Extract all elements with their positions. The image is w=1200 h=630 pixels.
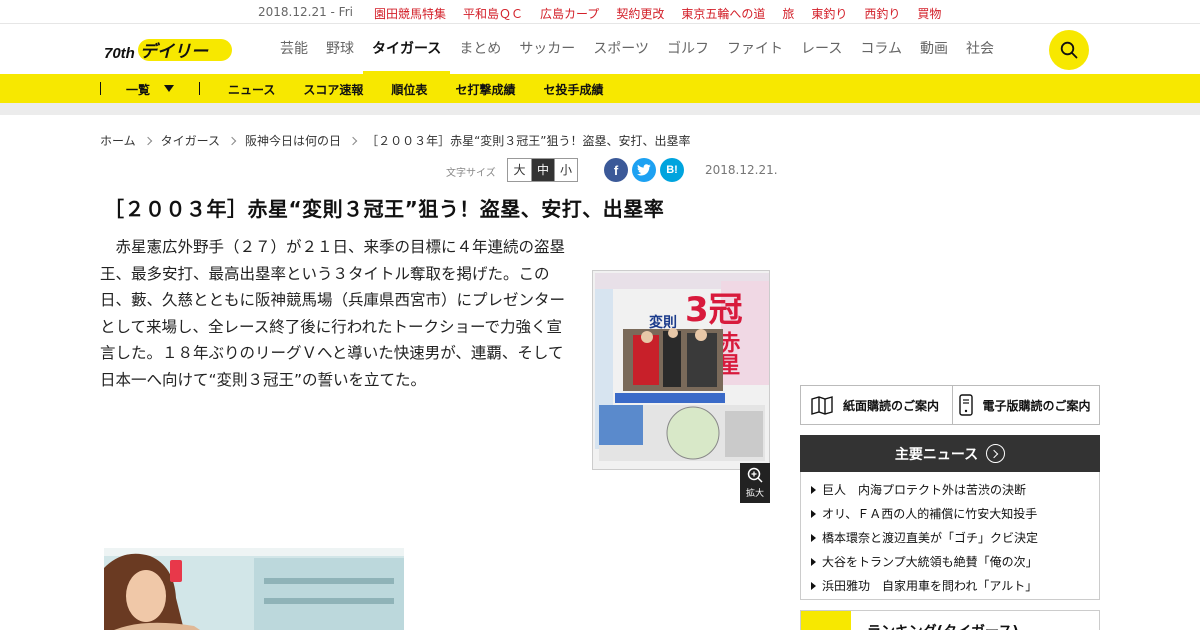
list-item[interactable]: 大谷をトランプ大統領も絶賛「俺の次」 <box>811 550 1099 574</box>
breadcrumb-tigers[interactable]: タイガース <box>161 132 220 149</box>
current-date: 2018.12.21 - Fri <box>258 5 353 19</box>
font-size-medium[interactable]: 中 <box>531 159 554 181</box>
search-icon <box>1060 41 1078 59</box>
divider <box>100 82 101 95</box>
nav-matome[interactable]: まとめ <box>450 25 510 74</box>
subnav-news[interactable]: ニュース <box>228 81 275 98</box>
chevron-right-circle-icon <box>986 444 1006 463</box>
featured-link[interactable]: 旅 <box>782 5 794 22</box>
featured-link[interactable]: 東京五輪への道 <box>681 5 765 22</box>
hatena-bookmark-icon[interactable]: B! <box>660 158 684 182</box>
chevron-right-icon <box>143 136 152 145</box>
smartphone-icon <box>958 394 973 416</box>
zoom-button[interactable]: 拡大 <box>740 463 770 503</box>
print-subscription-label: 紙面購読のご案内 <box>843 398 940 413</box>
print-subscription-link[interactable]: 紙面購読のご案内 <box>801 386 952 424</box>
divider <box>199 82 200 95</box>
list-dropdown[interactable]: 一覧 <box>126 81 150 98</box>
featured-link[interactable]: 広島カープ <box>540 5 599 22</box>
main-news-list: 巨人 内海プロテクト外は苦渋の決断 オリ、ＦＡ西の人的補償に竹安大知投手 橋本環… <box>800 472 1100 600</box>
subnav-pitching-stats[interactable]: セ投手成績 <box>543 81 603 98</box>
featured-link[interactable]: 西釣り <box>864 5 900 22</box>
list-item[interactable]: 橋本環奈と渡辺直美が「ゴチ」クビ決定 <box>811 526 1099 550</box>
featured-links: 園田競馬特集 平和島ＱＣ 広島カープ 契約更改 東京五輪への道 旅 東釣り 西釣… <box>374 5 941 22</box>
nav-tigers[interactable]: タイガース <box>363 25 451 74</box>
breadcrumb: ホーム タイガース 阪神今日は何の日 ［２００３年］赤星“変則３冠王”狙う！盗塁… <box>100 132 691 149</box>
daily-logo[interactable]: 70th デイリー <box>104 37 234 63</box>
featured-link[interactable]: 園田競馬特集 <box>374 5 446 22</box>
logo-badge: 70th <box>104 45 135 62</box>
zoom-label: 拡大 <box>745 489 764 499</box>
featured-link[interactable]: 契約更改 <box>616 5 664 22</box>
list-item[interactable]: 巨人 内海プロテクト外は苦渋の決断 <box>811 478 1099 502</box>
nav-video[interactable]: 動画 <box>911 25 957 74</box>
facebook-icon[interactable]: f <box>604 158 628 182</box>
breadcrumb-home[interactable]: ホーム <box>100 132 136 149</box>
zoom-in-icon <box>747 467 763 483</box>
chevron-right-icon <box>348 136 358 145</box>
tigers-subnav: 一覧 ニュース スコア速報 順位表 セ打撃成績 セ投手成績 <box>0 74 1200 103</box>
twitter-bird-icon <box>637 164 651 176</box>
nav-baseball[interactable]: 野球 <box>317 25 363 74</box>
ranking-header[interactable]: ランキング(タイガース) <box>800 610 1100 630</box>
list-item[interactable]: 浜田雅功 自家用車を問われ「アルト」 <box>811 574 1099 598</box>
nav-fight[interactable]: ファイト <box>718 25 792 74</box>
share-buttons: f B! <box>604 158 684 182</box>
featured-link[interactable]: 買物 <box>917 5 941 22</box>
main-nav: 芸能 野球 タイガース まとめ サッカー スポーツ ゴルフ ファイト レース コ… <box>280 25 1003 74</box>
newspaper-icon <box>811 396 833 415</box>
subnav-score[interactable]: スコア速報 <box>303 81 363 98</box>
subscription-box: 紙面購読のご案内 電子版購読のご案内 <box>800 385 1100 425</box>
article-body: 赤星憲広外野手（２７）が２１日、来季の目標に４年連続の盗塁王、最多安打、最高出塁… <box>100 238 566 389</box>
featured-link[interactable]: 平和島ＱＣ <box>463 5 523 22</box>
main-news-header[interactable]: 主要ニュース <box>800 435 1100 472</box>
article-date: 2018.12.21. <box>705 163 778 177</box>
nav-column[interactable]: コラム <box>851 25 911 74</box>
ranking-title: ランキング(タイガース) <box>867 621 1019 630</box>
site-header: 70th デイリー 芸能 野球 タイガース まとめ サッカー スポーツ ゴルフ … <box>0 25 1200 74</box>
main-news-title: 主要ニュース <box>894 446 979 463</box>
digital-subscription-label: 電子版購読のご案内 <box>982 398 1091 413</box>
advertisement-image[interactable] <box>104 548 404 630</box>
nav-race[interactable]: レース <box>792 25 851 74</box>
chevron-right-icon <box>227 136 237 145</box>
ad-band <box>0 103 1200 115</box>
subnav-standings[interactable]: 順位表 <box>391 81 427 98</box>
nav-soccer[interactable]: サッカー <box>510 25 584 74</box>
top-info-bar: 2018.12.21 - Fri 園田競馬特集 平和島ＱＣ 広島カープ 契約更改… <box>0 0 1200 24</box>
search-button[interactable] <box>1049 30 1089 70</box>
subnav-links: ニュース スコア速報 順位表 セ打撃成績 セ投手成績 <box>228 81 603 98</box>
list-item[interactable]: オリ、ＦＡ西の人的補償に竹安大知投手 <box>811 502 1099 526</box>
subnav-batting-stats[interactable]: セ打撃成績 <box>455 81 515 98</box>
featured-link[interactable]: 東釣り <box>811 5 847 22</box>
font-size-small[interactable]: 小 <box>554 159 577 181</box>
nav-entertainment[interactable]: 芸能 <box>280 25 317 74</box>
ranking-accent <box>801 611 851 630</box>
paper-headline-big: 3冠 <box>685 290 743 330</box>
digital-subscription-link[interactable]: 電子版購読のご案内 <box>951 386 1100 424</box>
newspaper-front-page-image[interactable]: 3冠 赤星 変則 <box>592 270 770 470</box>
font-size-large[interactable]: 大 <box>508 159 531 181</box>
twitter-icon[interactable] <box>632 158 656 182</box>
nav-society[interactable]: 社会 <box>957 25 1003 74</box>
font-size-switcher: 大 中 小 <box>507 158 578 182</box>
logo-text: デイリー <box>140 42 209 62</box>
article-title: ［２００３年］赤星“変則３冠王”狙う！盗塁、安打、出塁率 <box>104 197 665 221</box>
nav-golf[interactable]: ゴルフ <box>658 25 718 74</box>
triangle-down-icon[interactable] <box>164 85 174 92</box>
font-size-label: 文字サイズ <box>446 168 496 179</box>
breadcrumb-today[interactable]: 阪神今日は何の日 <box>245 132 341 149</box>
breadcrumb-current: ［２００３年］赤星“変則３冠王”狙う！盗塁、安打、出塁率 <box>366 134 691 148</box>
nav-sports[interactable]: スポーツ <box>584 25 658 74</box>
